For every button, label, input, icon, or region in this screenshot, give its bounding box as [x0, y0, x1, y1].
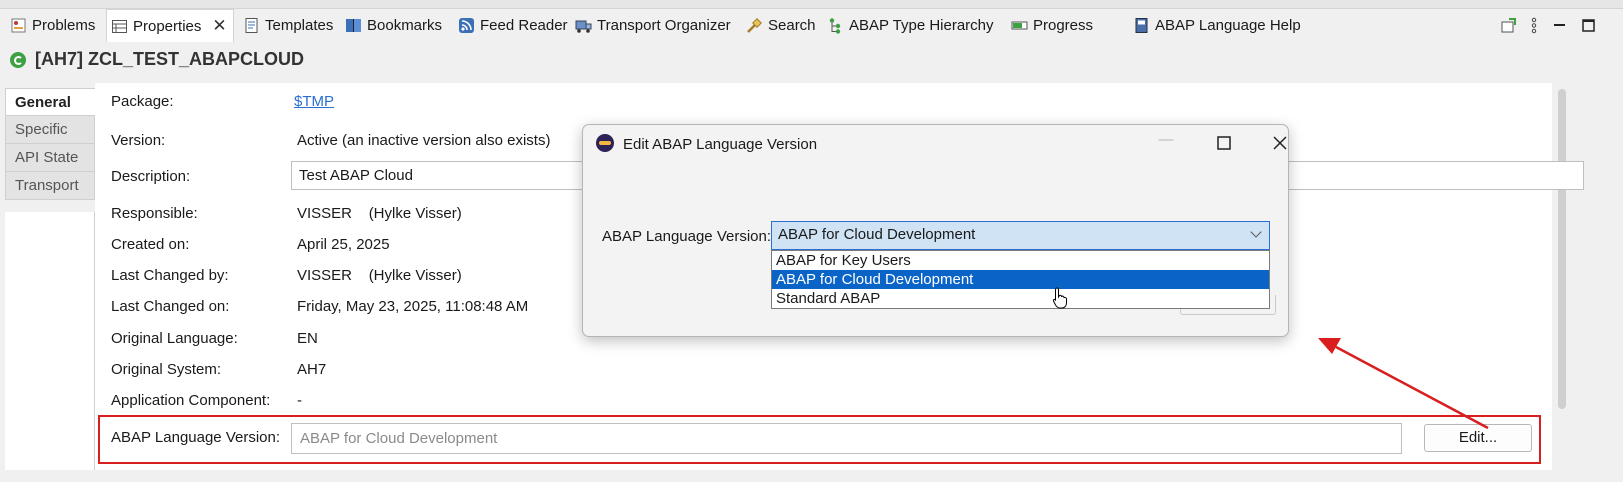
tab-label: Problems — [32, 17, 96, 34]
last-changed-by-value: VISSER (Hylke Visser) — [297, 267, 462, 284]
minimize-icon[interactable] — [1551, 17, 1568, 34]
package-link[interactable]: $TMP — [294, 93, 334, 110]
language-version-select[interactable]: ABAP for Cloud Development — [771, 221, 1270, 250]
last-changed-on-label: Last Changed on: — [111, 298, 230, 315]
created-on-value: April 25, 2025 — [297, 236, 390, 253]
package-label: Package: — [111, 93, 174, 110]
vertical-scrollbar[interactable] — [1555, 83, 1569, 413]
tab-abap-type-hierarchy[interactable]: ABAP Type Hierarchy — [827, 9, 994, 42]
tab-label: Templates — [265, 17, 334, 34]
last-changed-by-label: Last Changed by: — [111, 267, 229, 284]
bookmarks-icon — [345, 17, 362, 34]
original-language-value: EN — [297, 330, 318, 347]
version-label: Version: — [111, 132, 166, 149]
chevron-down-icon[interactable] — [1250, 226, 1262, 238]
tab-properties[interactable]: Properties ✕ — [106, 9, 234, 42]
problems-icon — [10, 17, 27, 34]
original-system-label: Original System: — [111, 361, 222, 378]
edit-language-version-dialog: Edit ABAP Language Version — ABAP Langua… — [582, 124, 1289, 337]
properties-icon — [111, 18, 128, 35]
version-value: Active (an inactive version also exists) — [297, 132, 551, 149]
class-status-icon — [10, 51, 26, 68]
select-current-value: ABAP for Cloud Development — [778, 226, 976, 243]
side-tab-api-state[interactable]: API State — [5, 144, 95, 172]
original-language-label: Original Language: — [111, 330, 238, 347]
option-standard-abap[interactable]: Standard ABAP — [772, 289, 1269, 308]
dialog-field-label: ABAP Language Version: — [602, 228, 772, 245]
progress-icon — [1011, 17, 1028, 34]
object-title: [AH7] ZCL_TEST_ABAPCLOUD — [10, 49, 304, 70]
tab-label: Feed Reader — [480, 17, 568, 34]
responsible-label: Responsible: — [111, 205, 198, 222]
side-tab-general[interactable]: General — [5, 88, 95, 116]
search-icon — [746, 17, 763, 34]
scrollbar-thumb[interactable] — [1558, 89, 1566, 409]
tab-abap-language-help[interactable]: ABAP Language Help — [1133, 9, 1301, 42]
eclipse-icon — [596, 134, 614, 152]
help-book-icon — [1133, 17, 1150, 34]
annotation-highlight-box — [98, 415, 1541, 464]
side-tab-filler — [5, 212, 95, 470]
tab-progress[interactable]: Progress — [1011, 9, 1093, 42]
tab-problems[interactable]: Problems — [10, 9, 95, 42]
pin-view-icon[interactable] — [1500, 17, 1517, 34]
last-changed-on-value: Friday, May 23, 2025, 11:08:48 AM — [297, 298, 529, 315]
tab-templates[interactable]: Templates — [243, 9, 333, 42]
option-key-users[interactable]: ABAP for Key Users — [772, 251, 1269, 270]
tab-label: Search — [768, 17, 816, 34]
tab-label: Progress — [1033, 17, 1094, 34]
feed-icon — [458, 17, 475, 34]
tab-search[interactable]: Search — [746, 9, 816, 42]
original-system-value: AH7 — [297, 361, 327, 378]
application-component-label: Application Component: — [111, 392, 271, 409]
tab-bookmarks[interactable]: Bookmarks — [345, 9, 442, 42]
transport-icon — [575, 17, 592, 34]
tab-label: ABAP Language Help — [1155, 17, 1301, 34]
responsible-value: VISSER (Hylke Visser) — [297, 205, 462, 222]
option-cloud-development[interactable]: ABAP for Cloud Development — [772, 270, 1269, 289]
properties-side-tabs: General Specific API State Transport — [5, 88, 95, 200]
side-tab-transport[interactable]: Transport — [5, 172, 95, 200]
view-toolbar — [1500, 9, 1597, 42]
tab-label: Bookmarks — [367, 17, 443, 34]
tab-feed-reader[interactable]: Feed Reader — [458, 9, 568, 42]
tab-label: ABAP Type Hierarchy — [849, 17, 994, 34]
tab-transport-organizer[interactable]: Transport Organizer — [575, 9, 731, 42]
dialog-maximize-icon[interactable] — [1211, 131, 1237, 155]
created-on-label: Created on: — [111, 236, 190, 253]
maximize-icon[interactable] — [1580, 17, 1597, 34]
dialog-title: Edit ABAP Language Version — [623, 136, 818, 153]
view-menu-icon[interactable] — [1529, 17, 1539, 34]
hand-cursor-icon — [1052, 287, 1067, 309]
tab-label: Transport Organizer — [597, 17, 731, 34]
object-title-text: [AH7] ZCL_TEST_ABAPCLOUD — [35, 49, 305, 69]
view-tab-bar: Problems Properties ✕ Templates Bookmark… — [0, 9, 1623, 42]
top-strip — [0, 0, 1623, 9]
tab-label: Properties — [133, 17, 202, 35]
dialog-minimize-icon[interactable]: — — [1153, 131, 1179, 155]
description-label: Description: — [111, 168, 191, 185]
side-tab-specific[interactable]: Specific — [5, 116, 95, 144]
language-version-dropdown: ABAP for Key Users ABAP for Cloud Develo… — [771, 250, 1270, 309]
hierarchy-icon — [827, 17, 844, 34]
dialog-close-icon[interactable] — [1267, 131, 1293, 155]
application-component-value: - — [297, 392, 302, 409]
close-icon[interactable]: ✕ — [212, 16, 226, 36]
templates-icon — [243, 17, 260, 34]
